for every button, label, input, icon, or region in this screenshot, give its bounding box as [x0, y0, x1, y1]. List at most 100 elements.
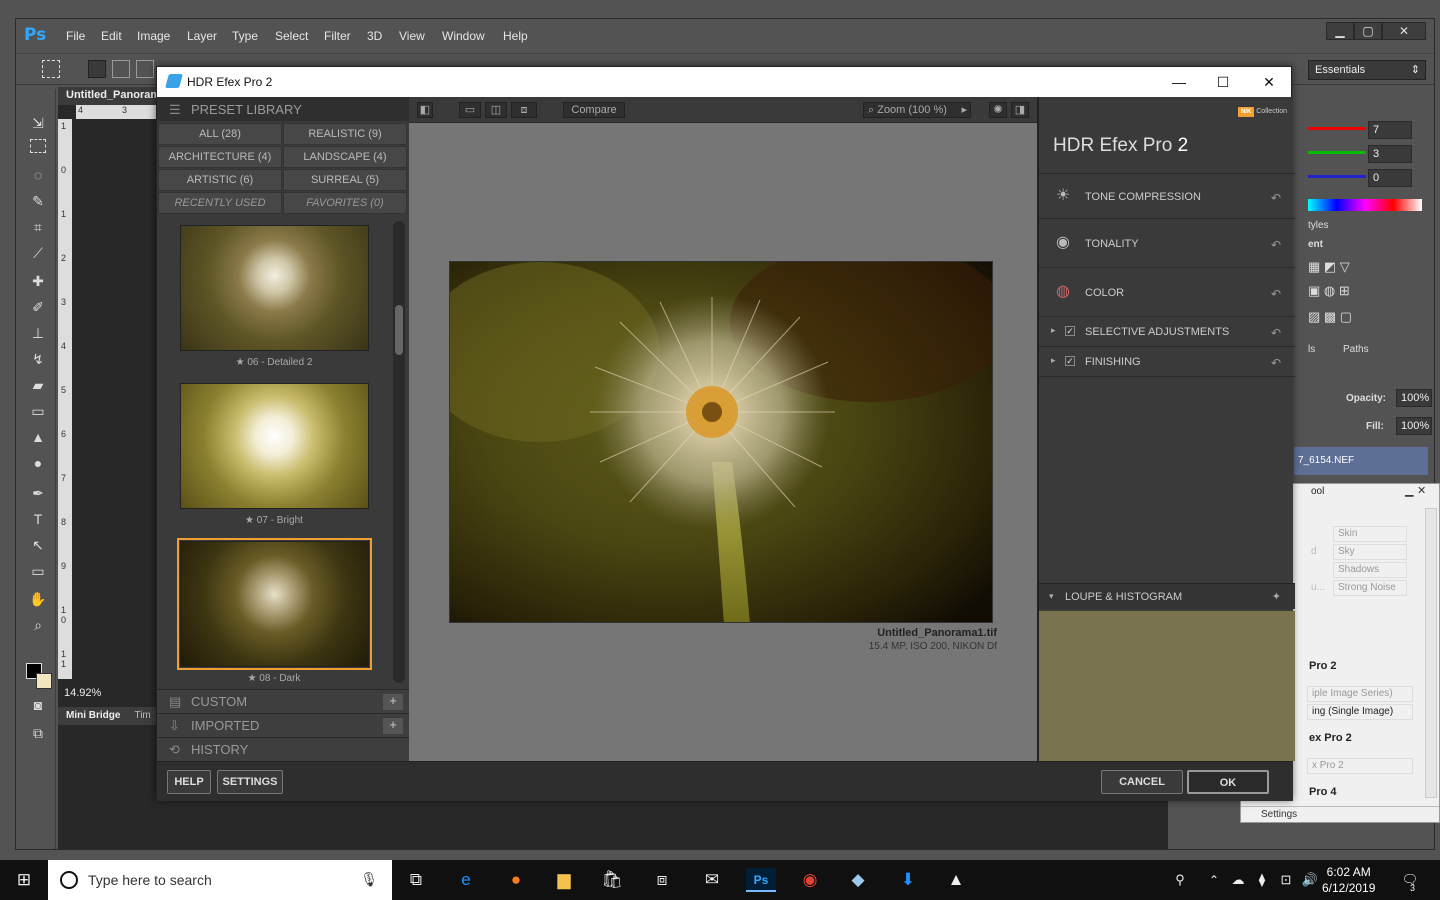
color-spectrum[interactable]: [1308, 199, 1422, 211]
category-all[interactable]: ALL (28): [158, 123, 282, 145]
store-icon[interactable]: 🛍: [600, 868, 624, 892]
custom-section[interactable]: ▤ CUSTOM +: [157, 689, 409, 713]
gradient-tool-icon[interactable]: ▭: [28, 401, 48, 421]
ok-button[interactable]: OK: [1187, 770, 1269, 794]
history-section[interactable]: ⟲ HISTORY: [157, 737, 409, 761]
path-select-tool-icon[interactable]: ↖: [28, 535, 48, 555]
preset-group-item[interactable]: ing (Single Image): [1307, 704, 1413, 720]
finishing-checkbox[interactable]: ✓: [1065, 356, 1075, 366]
green-value[interactable]: 3: [1368, 145, 1412, 163]
microphone-icon[interactable]: 🎙: [360, 871, 378, 888]
volume-icon[interactable]: 🔊: [1298, 868, 1322, 892]
toggle-library-icon[interactable]: ◧: [417, 102, 433, 118]
tonality-section[interactable]: ◉ TONALITY ↶: [1039, 219, 1295, 268]
ps-close-button[interactable]: ✕: [1382, 22, 1426, 40]
menu-file[interactable]: File: [66, 29, 85, 43]
category-architecture[interactable]: ARCHITECTURE (4): [158, 146, 282, 168]
windows-start-icon[interactable]: ⊞: [12, 868, 36, 892]
marquee-tool-icon[interactable]: [30, 139, 46, 153]
reset-icon[interactable]: ↶: [1271, 238, 1281, 252]
green-slider[interactable]: [1308, 151, 1366, 154]
screen-mode-icon[interactable]: ⧉: [28, 723, 48, 743]
selective-item[interactable]: Strong Noise: [1333, 580, 1407, 596]
reset-icon[interactable]: ↶: [1271, 326, 1281, 340]
adjustment-icons-row-2[interactable]: ▣ ◍ ⊞: [1308, 283, 1398, 298]
preset-library-header[interactable]: ☰ PRESET LIBRARY: [157, 97, 409, 121]
eraser-tool-icon[interactable]: ▰: [28, 375, 48, 395]
adjustment-icons-row-3[interactable]: ▨ ▩ ▢: [1308, 309, 1398, 324]
opacity-field[interactable]: 100%: [1396, 389, 1432, 407]
edge-browser-icon[interactable]: e: [454, 868, 478, 892]
workspace-select[interactable]: Essentials ⇕: [1308, 60, 1426, 80]
finishing-section[interactable]: ▸ ✓ FINISHING ↶: [1039, 347, 1295, 377]
menu-view[interactable]: View: [399, 29, 425, 43]
history-brush-icon[interactable]: ↯: [28, 349, 48, 369]
add-custom-button[interactable]: +: [383, 694, 403, 710]
adjustment-icons-row-1[interactable]: ▦ ◩ ▽: [1308, 259, 1398, 274]
move-tool-icon[interactable]: ⇲: [28, 113, 48, 133]
menu-type[interactable]: Type: [232, 29, 258, 43]
chrome-icon[interactable]: ◉: [798, 868, 822, 892]
menu-select[interactable]: Select: [275, 29, 308, 43]
network-icon[interactable]: ⊡: [1274, 868, 1298, 892]
file-explorer-icon[interactable]: ▆: [552, 868, 576, 892]
blur-tool-icon[interactable]: ▲: [28, 427, 48, 447]
blue-slider[interactable]: [1308, 175, 1366, 178]
quick-select-tool-icon[interactable]: ✎: [28, 191, 48, 211]
imported-section[interactable]: ⇩ IMPORTED +: [157, 713, 409, 737]
paths-tab[interactable]: Paths: [1343, 344, 1369, 355]
crop-tool-icon[interactable]: ⌗: [28, 217, 48, 237]
firefox-icon[interactable]: ●: [504, 868, 528, 892]
hand-tool-icon[interactable]: ✋: [28, 589, 48, 609]
dialog-maximize-button[interactable]: ☐: [1211, 72, 1235, 92]
preset-scroll-thumb[interactable]: [395, 305, 403, 355]
selective-item[interactable]: Sky: [1333, 544, 1407, 560]
chevron-right-icon[interactable]: ▸: [1051, 355, 1056, 366]
category-recently-used[interactable]: RECENTLY USED: [158, 192, 282, 214]
preset-thumbnail-selected[interactable]: [177, 538, 372, 670]
reset-icon[interactable]: ↶: [1271, 287, 1281, 301]
settings-button[interactable]: SETTINGS: [217, 770, 283, 794]
reset-icon[interactable]: ↶: [1271, 191, 1281, 205]
tone-compression-section[interactable]: ☀ TONE COMPRESSION ↶: [1039, 173, 1295, 219]
background-light-icon[interactable]: ✺: [989, 102, 1007, 118]
stamp-tool-icon[interactable]: ⊥: [28, 323, 48, 343]
photos-app-icon[interactable]: ▲: [944, 868, 968, 892]
menu-layer[interactable]: Layer: [187, 29, 217, 43]
category-landscape[interactable]: LANDSCAPE (4): [283, 146, 407, 168]
preset-group-item[interactable]: x Pro 2: [1307, 758, 1413, 774]
dodge-tool-icon[interactable]: ●: [28, 453, 48, 473]
show-hidden-icons-icon[interactable]: ⌃: [1202, 868, 1226, 892]
ps-maximize-button[interactable]: ▢: [1354, 22, 1382, 40]
help-button[interactable]: HELP: [167, 770, 211, 794]
photoshop-taskbar-icon[interactable]: Ps: [746, 868, 776, 892]
healing-tool-icon[interactable]: ✚: [28, 271, 48, 291]
zoom-level[interactable]: 14.92%: [64, 687, 101, 699]
download-app-icon[interactable]: ⬇: [896, 868, 920, 892]
category-favorites[interactable]: FAVORITES (0): [283, 192, 407, 214]
pin-icon[interactable]: ✦: [1272, 590, 1281, 603]
pen-tool-icon[interactable]: ✒: [28, 483, 48, 503]
zoom-select[interactable]: ⌕ Zoom (100 %) ▸: [863, 102, 971, 118]
dandelion-preview-image[interactable]: [449, 261, 993, 623]
preset-thumbnail[interactable]: [180, 225, 369, 351]
selective-item[interactable]: Skin: [1333, 526, 1407, 542]
selective-item[interactable]: Shadows: [1333, 562, 1407, 578]
compare-button[interactable]: Compare: [563, 102, 625, 118]
action-center-icon[interactable]: 🗨 3: [1398, 868, 1422, 893]
split-view-icon[interactable]: ◫: [485, 102, 507, 118]
dropbox-icon[interactable]: ⧫: [1250, 868, 1274, 892]
subtract-selection-icon[interactable]: [136, 60, 154, 78]
menu-help[interactable]: Help: [503, 29, 528, 43]
selective-settings-button[interactable]: Settings: [1241, 806, 1439, 822]
people-icon[interactable]: ⚲: [1168, 868, 1192, 892]
taskbar-search-box[interactable]: Type here to search 🎙: [48, 860, 392, 900]
selective-close-icon[interactable]: ✕: [1417, 484, 1426, 497]
timeline-tab[interactable]: Tim: [134, 710, 150, 721]
red-value[interactable]: 7: [1368, 121, 1412, 139]
lasso-tool-icon[interactable]: ◌: [28, 165, 48, 185]
marquee-options-icon[interactable]: [42, 60, 60, 78]
toggle-controls-icon[interactable]: ◨: [1011, 102, 1029, 118]
type-tool-icon[interactable]: T: [28, 509, 48, 529]
add-selection-icon[interactable]: [112, 60, 130, 78]
